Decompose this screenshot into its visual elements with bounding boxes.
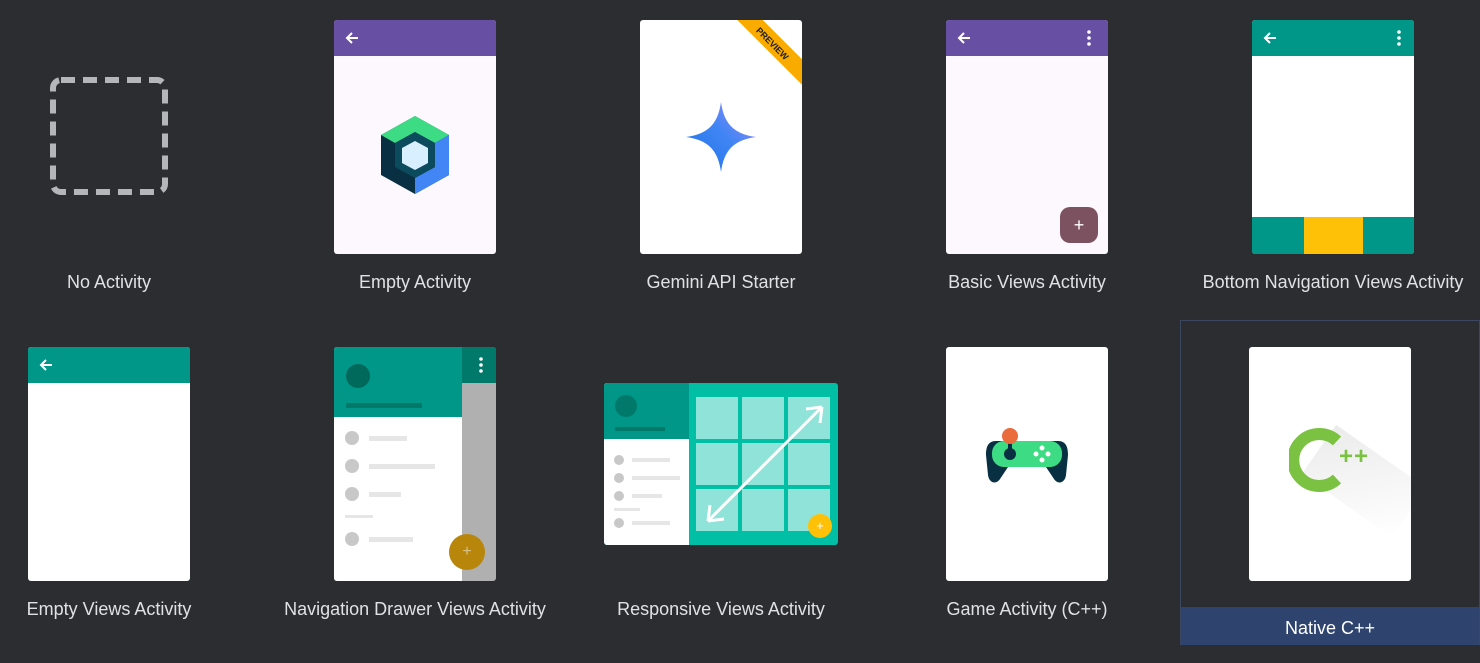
fab-plus: +: [462, 543, 472, 560]
fab: +: [449, 534, 485, 570]
list-line: [369, 492, 401, 497]
fab-plus: +: [1073, 215, 1085, 235]
preview-ribbon: PREVIEW: [727, 20, 802, 89]
gemini-sparkle-icon: [686, 102, 756, 172]
template-thumbnail: +: [604, 383, 838, 545]
template-thumbnail: [946, 347, 1108, 581]
divider: [345, 515, 373, 518]
avatar: [346, 364, 370, 388]
list-line: [369, 537, 413, 542]
drawer-panel: [334, 347, 462, 581]
template-label: Basic Views Activity: [948, 272, 1106, 292]
app-bar: [28, 347, 190, 383]
template-thumbnail: [1252, 20, 1414, 254]
back-arrow-icon: [957, 32, 970, 44]
template-thumbnail: [334, 20, 496, 254]
list-item: [345, 459, 359, 473]
template-navigation-drawer-views-activity[interactable]: + Navigation Drawer Views Activity: [265, 327, 565, 652]
template-label: No Activity: [66, 272, 152, 292]
app-bar: [946, 20, 1108, 56]
bottom-navigation-bar: [1252, 217, 1414, 254]
template-thumbnail: +: [334, 347, 496, 581]
template-empty-views-activity[interactable]: Empty Views Activity: [0, 327, 259, 652]
header-text-placeholder: [346, 403, 422, 408]
list-line: [369, 436, 407, 441]
template-label: Native C++: [1284, 618, 1376, 638]
divider: [614, 508, 640, 511]
list-item: [345, 487, 359, 501]
template-label: Responsive Views Activity: [617, 599, 825, 619]
back-arrow-icon: [345, 32, 358, 44]
template-thumbnail: [28, 347, 190, 581]
list-item: [614, 455, 624, 465]
list-item: [614, 491, 624, 501]
list-item: [345, 431, 359, 445]
gamepad-icon: [986, 428, 1068, 483]
avatar: [615, 395, 637, 417]
cpp-plus-text: ++: [1339, 443, 1370, 470]
template-basic-views-activity[interactable]: + Basic Views Activity: [877, 0, 1177, 325]
list-item: [614, 518, 624, 528]
header-text-placeholder: [615, 427, 665, 431]
template-label: Empty Activity: [358, 272, 472, 292]
template-thumbnail: PREVIEW: [640, 20, 802, 254]
overflow-menu-icon: [1397, 30, 1401, 46]
template-label: Bottom Navigation Views Activity: [1202, 272, 1464, 292]
back-arrow-icon: [39, 359, 52, 371]
template-thumbnail: +: [946, 20, 1108, 254]
template-label: Gemini API Starter: [646, 272, 796, 292]
back-arrow-icon: [1263, 32, 1276, 44]
list-line: [632, 521, 670, 525]
drawer-header: [334, 347, 462, 417]
template-empty-activity[interactable]: Empty Activity: [265, 0, 565, 325]
overflow-menu-icon: [1087, 30, 1091, 46]
template-gemini-api-starter[interactable]: PREVIEW Gemini API Starter: [571, 0, 871, 325]
list-line: [369, 464, 435, 469]
list-line: [632, 458, 670, 462]
template-native-cpp[interactable]: ++ Native C++: [1180, 320, 1480, 645]
list-line: [632, 494, 662, 498]
panel-header: [604, 383, 689, 439]
template-label: Game Activity (C++): [946, 599, 1108, 619]
preview-badge-text: PREVIEW: [754, 25, 791, 62]
compose-logo-icon: [381, 116, 449, 194]
template-label: Empty Views Activity: [26, 599, 192, 619]
app-bar: [1252, 20, 1414, 56]
fab: +: [808, 514, 832, 538]
template-game-activity-cpp[interactable]: Game Activity (C++): [877, 327, 1177, 652]
dashed-square-icon: [50, 77, 168, 195]
bottom-nav-selected-item: [1304, 217, 1363, 254]
template-thumbnail: ++: [1249, 347, 1411, 581]
responsive-grid-icon: [696, 397, 830, 531]
template-bottom-navigation-views-activity[interactable]: Bottom Navigation Views Activity: [1183, 0, 1480, 325]
app-bar: [334, 20, 496, 56]
fab: +: [1060, 207, 1098, 243]
overflow-menu-icon: [479, 357, 483, 373]
list-item: [345, 532, 359, 546]
list-line: [632, 476, 680, 480]
side-panel: [604, 383, 689, 545]
list-item: [614, 473, 624, 483]
template-responsive-views-activity[interactable]: + Responsive Views Activity: [571, 327, 871, 652]
fab-plus: +: [816, 518, 824, 533]
template-no-activity[interactable]: No Activity: [0, 0, 259, 325]
template-label: Navigation Drawer Views Activity: [284, 599, 546, 619]
